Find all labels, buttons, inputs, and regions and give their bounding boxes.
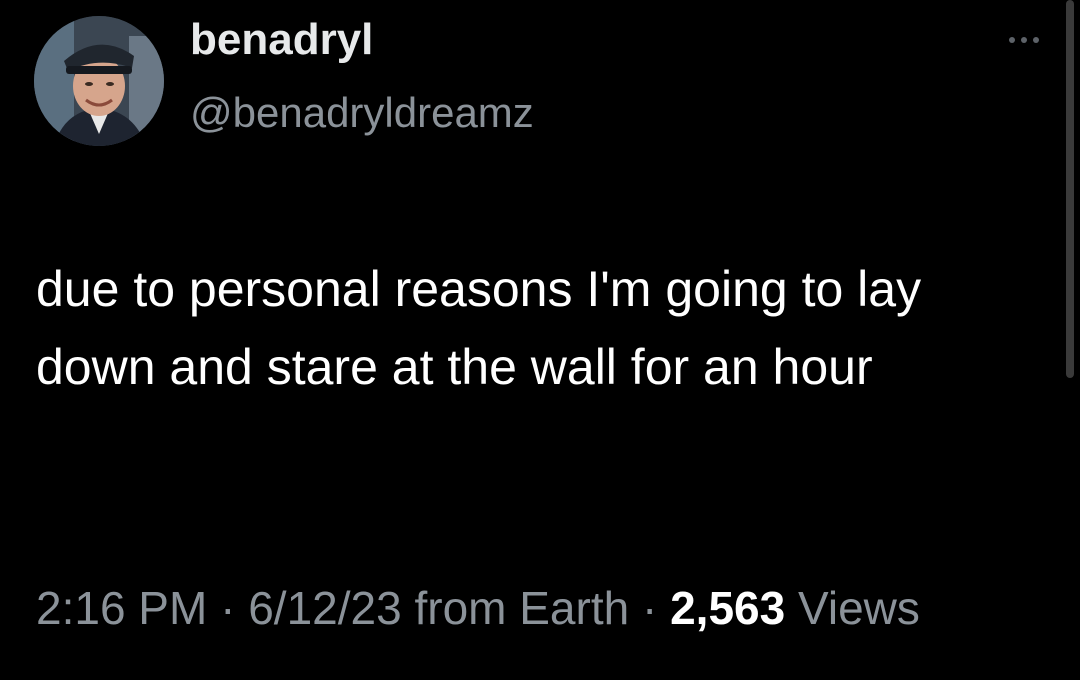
scrollbar[interactable] xyxy=(1066,0,1074,378)
avatar-photo xyxy=(34,16,164,146)
tweet: benadryl @benadryldreamz due to personal… xyxy=(0,0,1080,680)
separator: · xyxy=(641,582,658,634)
separator: · xyxy=(220,582,236,634)
tweet-time[interactable]: 2:16 PM xyxy=(36,582,207,634)
display-name[interactable]: benadryl xyxy=(190,14,373,67)
more-horizontal-icon xyxy=(1009,37,1015,43)
tweet-date[interactable]: 6/12/23 xyxy=(248,582,401,634)
more-options-button[interactable] xyxy=(1000,26,1048,54)
tweet-text: due to personal reasons I'm going to lay… xyxy=(36,261,922,395)
views-label: Views xyxy=(798,582,920,634)
avatar[interactable] xyxy=(34,16,164,146)
more-horizontal-icon-dot xyxy=(1033,37,1039,43)
views-count[interactable]: 2,563 xyxy=(670,582,785,634)
more-horizontal-icon-dot xyxy=(1021,37,1027,43)
user-handle[interactable]: @benadryldreamz xyxy=(190,88,534,138)
tweet-metadata: 2:16 PM · 6/12/23 from Earth · 2,563 Vie… xyxy=(36,574,1036,643)
tweet-source: from Earth xyxy=(414,582,630,634)
